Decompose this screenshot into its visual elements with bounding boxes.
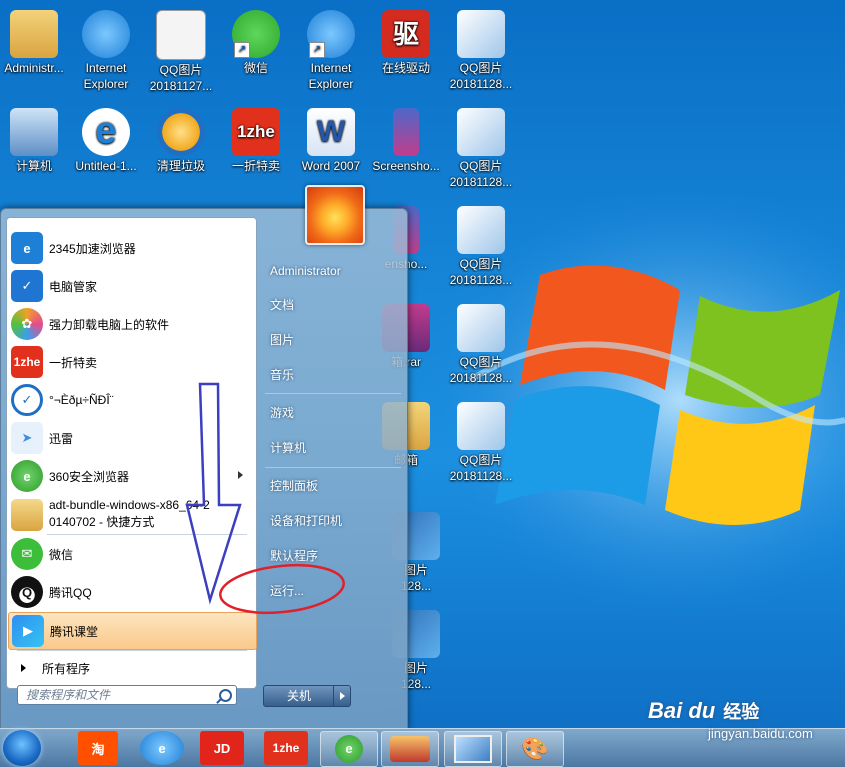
desktop-icon-qq-image-2[interactable]: QQ图片 20181128...: [445, 2, 517, 94]
program-wechat[interactable]: ✉ 微信: [8, 536, 255, 572]
menu-default-programs[interactable]: 默认程序: [265, 542, 401, 570]
taskbar-paint[interactable]: 🎨: [506, 731, 564, 767]
program-360-browser[interactable]: e 360安全浏览器: [8, 458, 255, 494]
program-uninstaller[interactable]: ✿ 强力卸载电脑上的软件: [8, 306, 255, 342]
check-circle-icon: ✓: [11, 384, 43, 416]
shutdown-options-button[interactable]: [333, 685, 351, 707]
divider: [17, 650, 247, 651]
wechat-icon: ↗: [232, 10, 280, 58]
desktop-icon-qq-image-3[interactable]: QQ图片 20181128...: [445, 100, 517, 192]
baidu-jingyan-watermark: Bai du 经验: [648, 698, 760, 723]
program-xunlei[interactable]: ➤ 迅雷: [8, 420, 255, 456]
start-menu-places-pane: Administrator 文档 图片 音乐 游戏 计算机 控制面板 设备和打印…: [257, 185, 407, 729]
desktop-icon-driver[interactable]: 驱 在线驱动: [370, 2, 442, 94]
menu-administrator[interactable]: Administrator: [265, 257, 401, 285]
photo-icon: [454, 735, 492, 763]
menu-documents[interactable]: 文档: [265, 291, 401, 319]
image-file-icon: [457, 304, 505, 352]
shield-icon: ✓: [11, 270, 43, 302]
word-icon: W: [307, 108, 355, 156]
shortcut-arrow-icon: ↗: [309, 42, 325, 58]
search-input[interactable]: 搜索程序和文件: [17, 685, 237, 705]
image-file-icon: [457, 10, 505, 58]
taskbar-taobao[interactable]: 淘: [78, 731, 118, 765]
menu-games[interactable]: 游戏: [265, 399, 401, 427]
program-1zhe[interactable]: 1zhe 一折特卖: [8, 344, 255, 380]
desktop-icon-word[interactable]: W Word 2007: [295, 100, 367, 192]
program-tencent-class[interactable]: ▶ 腾讯课堂: [8, 612, 257, 650]
desktop-icon-qq-image-6[interactable]: QQ图片 20181128...: [445, 394, 517, 486]
divider: [265, 393, 401, 394]
desktop-icon-screenshot[interactable]: Screensho...: [370, 100, 442, 192]
ie-blue-icon: e: [11, 232, 43, 264]
shutdown-button[interactable]: 关机: [263, 685, 335, 707]
desktop-icon-wechat[interactable]: ↗ 微信: [220, 2, 292, 94]
game-icon: [390, 736, 430, 762]
paint-palette-icon: 🎨: [521, 736, 549, 761]
taskbar-jd[interactable]: JD: [200, 731, 244, 765]
image-file-icon: [457, 206, 505, 254]
1zhe-icon: 1zhe: [232, 108, 280, 156]
taskbar-photo-viewer[interactable]: [444, 731, 502, 767]
program-adt-bundle[interactable]: adt-bundle-windows-x86_64-2 0140702 - 快捷…: [8, 495, 255, 537]
menu-run[interactable]: 运行...: [265, 577, 401, 605]
broom-icon: [157, 108, 205, 156]
penguin-icon: Q: [11, 576, 43, 608]
driver-icon: 驱: [382, 10, 430, 58]
ie-icon: [82, 10, 130, 58]
taskbar-1zhe[interactable]: 1zhe: [264, 731, 308, 765]
desktop-icon-ie[interactable]: Internet Explorer: [70, 2, 142, 94]
windows-start-icon[interactable]: [3, 730, 41, 766]
desktop-icon-cleanup[interactable]: 清理垃圾: [145, 100, 217, 192]
ie-icon: e: [82, 108, 130, 156]
triangle-right-icon: [21, 664, 26, 672]
tencent-class-icon: ▶: [12, 615, 44, 647]
desktop-icon-ie-2[interactable]: ↗ Internet Explorer: [295, 2, 367, 94]
computer-icon: [10, 108, 58, 156]
flower-icon: ✿: [11, 308, 43, 340]
program-pc-manager[interactable]: ✓ 电脑管家: [8, 268, 255, 304]
phone-screenshot-icon: [393, 108, 419, 156]
desktop-icon-1zhe[interactable]: 1zhe 一折特卖: [220, 100, 292, 192]
program-garbled[interactable]: ✓ °¬Èðµ÷ÑÐÎ¨: [8, 382, 255, 418]
bird-icon: ➤: [11, 422, 43, 454]
desktop-icon-untitled[interactable]: e Untitled-1...: [70, 100, 142, 192]
menu-devices-printers[interactable]: 设备和打印机: [265, 507, 401, 535]
start-menu-programs-pane: e 2345加速浏览器 ✓ 电脑管家 ✿ 强力卸载电脑上的软件 1zhe 一折特…: [6, 217, 257, 689]
desktop-icon-computer[interactable]: 计算机: [0, 100, 70, 192]
desktop-icon-qq-image[interactable]: QQ图片 20181127...: [145, 2, 217, 94]
shortcut-arrow-icon: ↗: [234, 42, 250, 58]
desktop-icon-qq-image-5[interactable]: QQ图片 20181128...: [445, 296, 517, 388]
ie-icon: ↗: [307, 10, 355, 58]
menu-music[interactable]: 音乐: [265, 361, 401, 389]
submenu-arrow-icon[interactable]: [238, 471, 243, 479]
program-qq[interactable]: Q 腾讯QQ: [8, 574, 255, 610]
menu-computer[interactable]: 计算机: [265, 434, 401, 462]
image-file-icon: [457, 108, 505, 156]
1zhe-icon: 1zhe: [11, 346, 43, 378]
all-programs-button[interactable]: 所有程序: [8, 656, 255, 680]
desktop-icon-administrator[interactable]: Administr...: [0, 2, 70, 94]
user-folder-icon: [10, 10, 58, 58]
menu-control-panel[interactable]: 控制面板: [265, 472, 401, 500]
folder-icon: [11, 499, 43, 531]
image-file-icon: [156, 10, 206, 60]
360-browser-icon: e: [335, 735, 363, 763]
divider: [265, 467, 401, 468]
divider: [47, 534, 247, 535]
desktop-icon-qq-image-4[interactable]: QQ图片 20181128...: [445, 198, 517, 290]
menu-pictures[interactable]: 图片: [265, 326, 401, 354]
search-icon[interactable]: [219, 689, 232, 702]
program-2345-browser[interactable]: e 2345加速浏览器: [8, 230, 255, 266]
watermark-url: jingyan.baidu.com: [708, 726, 813, 741]
wechat-icon: ✉: [11, 538, 43, 570]
user-avatar-flower[interactable]: [305, 185, 365, 245]
taskbar-360-browser[interactable]: e: [320, 731, 378, 767]
taskbar-ie[interactable]: e: [140, 731, 184, 765]
taskbar-game[interactable]: [381, 731, 439, 767]
360-browser-icon: e: [11, 460, 43, 492]
image-file-icon: [457, 402, 505, 450]
start-menu: e 2345加速浏览器 ✓ 电脑管家 ✿ 强力卸载电脑上的软件 1zhe 一折特…: [0, 185, 408, 730]
